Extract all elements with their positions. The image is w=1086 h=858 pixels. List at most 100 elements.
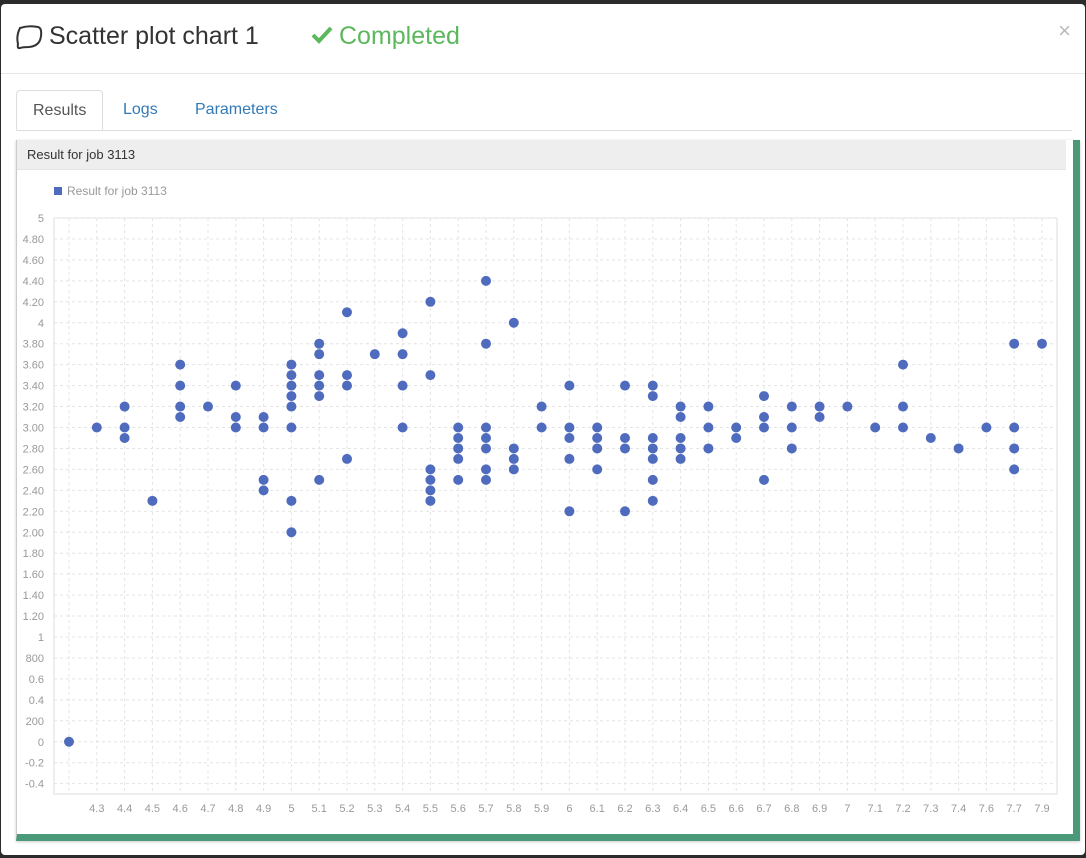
scatter-point[interactable] (397, 422, 408, 433)
scatter-point[interactable] (898, 359, 908, 370)
scatter-point[interactable] (64, 736, 74, 747)
tab-parameters[interactable]: Parameters (195, 90, 278, 130)
scatter-point[interactable] (647, 495, 658, 506)
scatter-point[interactable] (703, 443, 714, 454)
scatter-point[interactable] (230, 380, 241, 391)
scatter-point[interactable] (564, 422, 575, 433)
scatter-point[interactable] (647, 391, 658, 402)
scatter-point[interactable] (230, 422, 241, 433)
scatter-point[interactable] (175, 401, 186, 412)
scatter-point[interactable] (314, 391, 325, 402)
scatter-point[interactable] (759, 422, 769, 433)
scatter-point[interactable] (898, 401, 908, 412)
scatter-point[interactable] (258, 485, 269, 496)
scatter-point[interactable] (592, 464, 603, 475)
scatter-point[interactable] (536, 422, 547, 433)
scatter-point[interactable] (481, 474, 491, 485)
scatter-point[interactable] (536, 401, 547, 412)
scatter-point[interactable] (592, 432, 603, 443)
scatter-point[interactable] (620, 506, 630, 517)
scatter-point[interactable] (647, 474, 658, 485)
scatter-point[interactable] (175, 380, 186, 391)
scatter-point[interactable] (314, 349, 325, 360)
scatter-point[interactable] (342, 453, 352, 464)
scatter-point[interactable] (425, 296, 436, 307)
scatter-point[interactable] (1009, 338, 1020, 349)
scatter-point[interactable] (620, 432, 630, 443)
scatter-point[interactable] (647, 443, 658, 454)
scatter-point[interactable] (786, 443, 797, 454)
scatter-point[interactable] (425, 495, 436, 506)
scatter-point[interactable] (258, 422, 269, 433)
scatter-point[interactable] (453, 422, 464, 433)
scatter-point[interactable] (175, 359, 186, 370)
tab-results[interactable]: Results (16, 90, 104, 130)
scatter-point[interactable] (508, 453, 519, 464)
scatter-point[interactable] (1009, 422, 1020, 433)
close-button[interactable]: × (1058, 18, 1071, 44)
scatter-point[interactable] (286, 370, 297, 381)
scatter-point[interactable] (286, 380, 297, 391)
scatter-point[interactable] (814, 412, 825, 423)
scatter-point[interactable] (342, 370, 352, 381)
scatter-point[interactable] (1009, 464, 1020, 475)
scatter-point[interactable] (314, 474, 325, 485)
scatter-point[interactable] (731, 422, 742, 433)
scatter-point[interactable] (258, 412, 269, 423)
scatter-point[interactable] (481, 432, 491, 443)
scatter-point[interactable] (453, 443, 464, 454)
scatter-point[interactable] (675, 453, 686, 464)
scatter-point[interactable] (314, 380, 325, 391)
scatter-point[interactable] (425, 485, 436, 496)
scatter-point[interactable] (286, 359, 297, 370)
scatter-point[interactable] (481, 443, 491, 454)
scatter-point[interactable] (286, 495, 297, 506)
scatter-point[interactable] (230, 412, 241, 423)
scatter-point[interactable] (397, 349, 408, 360)
scatter-point[interactable] (91, 422, 102, 433)
scatter-point[interactable] (592, 422, 603, 433)
scatter-point[interactable] (759, 391, 769, 402)
scatter-point[interactable] (675, 401, 686, 412)
scatter-point[interactable] (620, 380, 630, 391)
scatter-point[interactable] (397, 380, 408, 391)
scatter-point[interactable] (175, 412, 186, 423)
scatter-point[interactable] (564, 506, 575, 517)
scatter-point[interactable] (675, 443, 686, 454)
scatter-point[interactable] (286, 422, 297, 433)
scatter-point[interactable] (119, 401, 130, 412)
scatter-point[interactable] (342, 380, 352, 391)
scatter-point[interactable] (786, 422, 797, 433)
scatter-point[interactable] (203, 401, 213, 412)
tab-logs[interactable]: Logs (123, 90, 158, 130)
scatter-point[interactable] (842, 401, 853, 412)
scatter-point[interactable] (453, 453, 464, 464)
scatter-point[interactable] (314, 338, 325, 349)
scatter-point[interactable] (481, 464, 491, 475)
scatter-point[interactable] (953, 443, 964, 454)
scatter-point[interactable] (369, 349, 380, 360)
scatter-point[interactable] (342, 307, 352, 318)
scatter-point[interactable] (786, 401, 797, 412)
scatter-point[interactable] (564, 432, 575, 443)
scatter-point[interactable] (675, 432, 686, 443)
scatter-point[interactable] (425, 464, 436, 475)
scatter-point[interactable] (425, 474, 436, 485)
scatter-point[interactable] (814, 401, 825, 412)
scatter-point[interactable] (898, 422, 908, 433)
scatter-point[interactable] (647, 432, 658, 443)
scatter-point[interactable] (759, 474, 769, 485)
scatter-point[interactable] (508, 464, 519, 475)
scatter-point[interactable] (286, 527, 297, 538)
scatter-point[interactable] (397, 328, 408, 339)
scatter-point[interactable] (564, 380, 575, 391)
scatter-point[interactable] (314, 370, 325, 381)
scatter-point[interactable] (592, 443, 603, 454)
scatter-point[interactable] (481, 338, 491, 349)
scatter-point[interactable] (703, 401, 714, 412)
scatter-point[interactable] (453, 432, 464, 443)
scatter-point[interactable] (870, 422, 881, 433)
scatter-point[interactable] (620, 443, 630, 454)
scatter-point[interactable] (1037, 338, 1047, 349)
scatter-point[interactable] (647, 380, 658, 391)
